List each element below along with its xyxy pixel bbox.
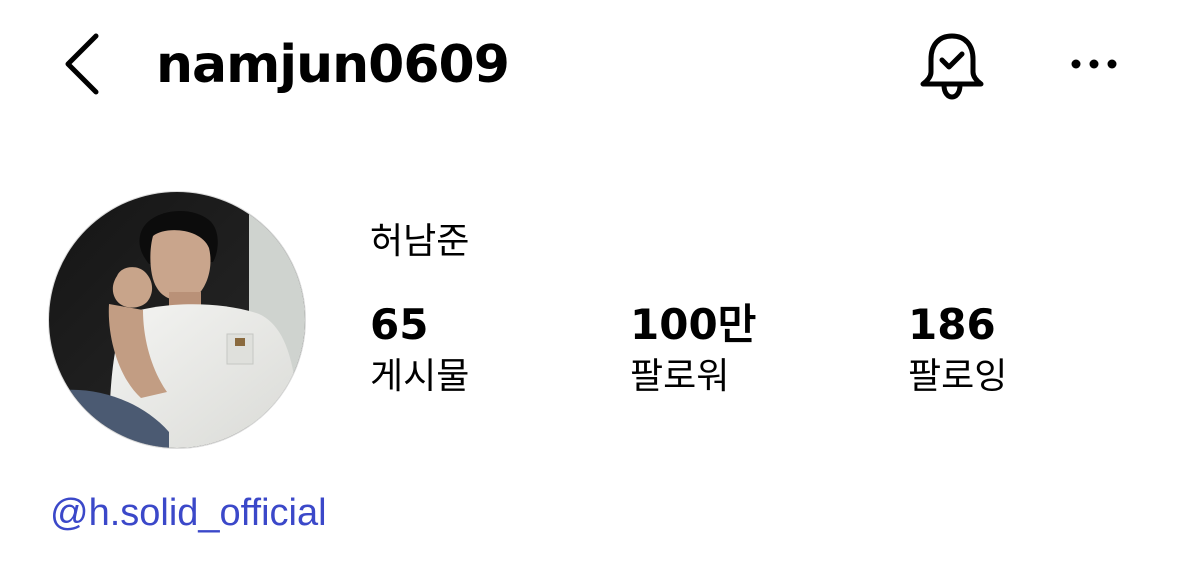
profile-photo: [49, 192, 305, 448]
avatar[interactable]: [48, 191, 306, 449]
followers-count: 100만: [630, 300, 757, 349]
followers-label: 팔로워: [630, 356, 730, 397]
profile-username: namjun0609: [156, 35, 510, 95]
bell-check-icon: [920, 33, 984, 100]
more-horizontal-icon: [1071, 59, 1117, 69]
back-button[interactable]: [56, 28, 112, 100]
followers-stat[interactable]: 100만 팔로워: [630, 298, 756, 402]
posts-stat[interactable]: 65 게시물: [370, 298, 469, 402]
chevron-left-icon: [65, 33, 99, 95]
posts-count: 65: [370, 300, 429, 349]
display-name: 허남준: [370, 221, 470, 262]
notifications-button[interactable]: [914, 28, 990, 104]
profile-link[interactable]: @h.solid_official: [50, 488, 327, 538]
posts-label: 게시물: [370, 356, 470, 397]
more-options-button[interactable]: [1064, 40, 1128, 88]
top-bar: namjun0609: [0, 0, 1179, 132]
following-stat[interactable]: 186 팔로잉: [908, 298, 1007, 402]
following-label: 팔로잉: [908, 356, 1008, 397]
following-count: 186: [908, 300, 996, 349]
